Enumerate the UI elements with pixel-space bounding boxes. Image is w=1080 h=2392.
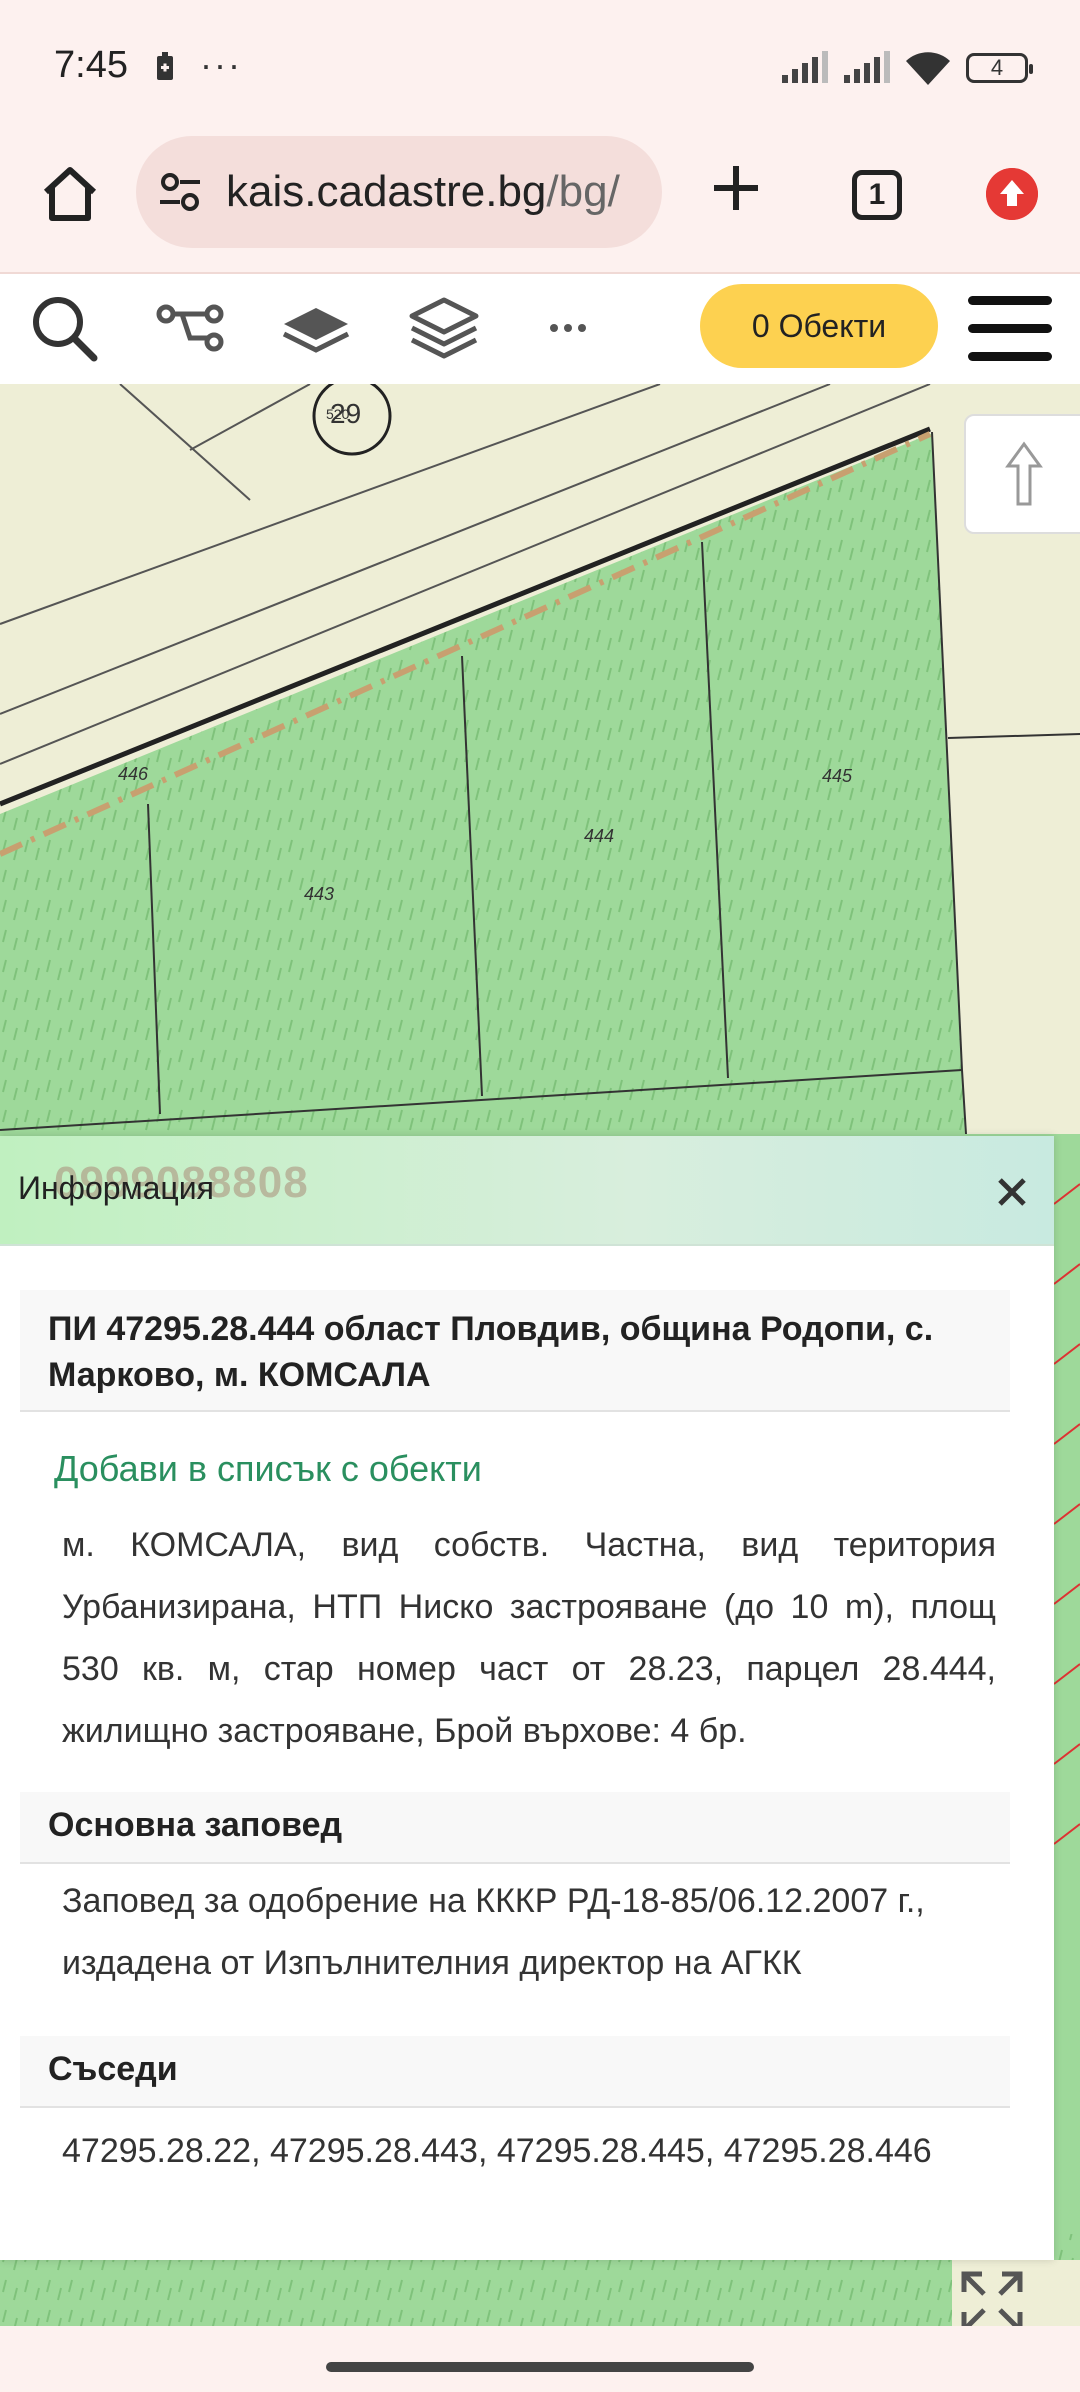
url-text: kais.cadastre.bg/bg/ bbox=[226, 167, 646, 217]
new-tab-icon[interactable] bbox=[706, 158, 766, 218]
objects-button[interactable]: 0 Обекти bbox=[700, 284, 938, 368]
parcel-label-446: 446 bbox=[118, 764, 149, 784]
tab-switcher-button[interactable]: 1 bbox=[852, 170, 902, 220]
battery-icon: 4 bbox=[966, 53, 1033, 83]
url-bar[interactable]: kais.cadastre.bg/bg/ bbox=[136, 136, 662, 248]
status-time: 7:45 bbox=[54, 44, 128, 86]
order-text: Заповед за одобрение на КККР РД-18-85/06… bbox=[62, 1882, 925, 1982]
neighbours-text: 47295.28.22, 47295.28.443, 47295.28.445,… bbox=[62, 2132, 932, 2170]
parcel-label-444: 444 bbox=[584, 826, 615, 846]
url-host: kais.cadastre.bg bbox=[226, 167, 547, 216]
neighbours-heading-text: Съседи bbox=[48, 2050, 178, 2088]
browser-address-bar: kais.cadastre.bg/bg/ 1 bbox=[0, 132, 1080, 274]
status-bar: 7:45 ··· 4 bbox=[0, 0, 1080, 132]
parcel-label-443: 443 bbox=[304, 884, 335, 904]
home-icon[interactable] bbox=[38, 162, 102, 226]
info-panel-header: 0999088808 Информация bbox=[0, 1136, 1054, 1246]
search-icon[interactable] bbox=[26, 290, 102, 366]
fullscreen-icon[interactable] bbox=[952, 2262, 1032, 2326]
status-icons: 4 bbox=[780, 48, 1033, 88]
add-to-objects-link[interactable]: Добави в списък с обекти bbox=[54, 1448, 482, 1490]
info-panel: 0999088808 Информация ПИ 47295.28.444 об… bbox=[0, 1136, 1054, 2260]
url-path: /bg/ bbox=[546, 167, 620, 216]
order-heading-text: Основна заповед bbox=[48, 1806, 343, 1844]
update-icon[interactable] bbox=[986, 168, 1038, 220]
order-heading: Основна заповед bbox=[20, 1792, 1010, 1864]
navigation-area bbox=[0, 2326, 1080, 2392]
battery-saver-icon bbox=[157, 52, 173, 80]
wifi-icon bbox=[906, 52, 950, 85]
site-settings-icon[interactable] bbox=[156, 168, 204, 216]
parcel-title-text: ПИ 47295.28.444 област Пловдив, община Р… bbox=[48, 1310, 934, 1394]
hamburger-menu-icon[interactable] bbox=[968, 296, 1052, 362]
info-panel-title: Информация bbox=[18, 1170, 214, 1206]
more-notifications-icon: ··· bbox=[200, 44, 242, 85]
more-options-icon[interactable] bbox=[530, 290, 606, 366]
parcel-description: м. КОМСАЛА, вид собств. Частна, вид тери… bbox=[62, 1526, 996, 1750]
map-circle-small-label: 520 bbox=[326, 406, 350, 422]
site-toolbar: 0 Обекти bbox=[0, 274, 1080, 384]
neighbours-heading: Съседи bbox=[20, 2036, 1010, 2108]
layers-icon[interactable] bbox=[406, 290, 482, 366]
arrow-up-icon bbox=[1005, 441, 1043, 506]
parcel-label-445: 445 bbox=[822, 766, 853, 786]
north-arrow-button[interactable] bbox=[964, 414, 1080, 534]
parcel-title: ПИ 47295.28.444 област Пловдив, община Р… bbox=[20, 1290, 1010, 1412]
signal-icon-2 bbox=[844, 51, 890, 83]
close-icon[interactable] bbox=[992, 1172, 1032, 1212]
route-icon[interactable] bbox=[152, 290, 228, 366]
signal-icon bbox=[782, 51, 828, 83]
layer-icon[interactable] bbox=[278, 290, 354, 366]
gesture-bar[interactable] bbox=[326, 2362, 754, 2372]
